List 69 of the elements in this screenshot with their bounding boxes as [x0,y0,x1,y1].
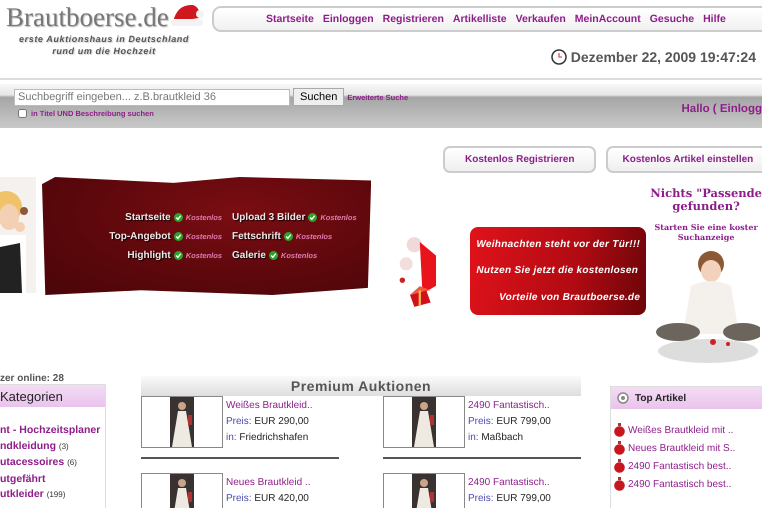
action-button[interactable]: Kostenlos Registrieren [443,146,596,173]
check-icon [284,232,293,240]
section-title: Premium Auktionen [290,378,432,394]
item-title[interactable]: Weißes Brautkleid.. [226,400,313,411]
nav-link[interactable]: Einloggen [322,13,374,25]
top-article-link[interactable]: Neues Brautkleid mit S.. [614,441,762,455]
thumbnail[interactable] [383,396,465,448]
item-location: in: Maßbach [468,432,524,443]
feature-label: Galerie [232,250,266,260]
ornament-icon [614,477,625,491]
request-heading: Nichts "Passende [650,187,762,200]
search-button[interactable]: Suchen [293,88,344,106]
action-button[interactable]: Kostenlos Artikel einstellen [606,146,762,173]
category-link[interactable]: nt - Hochzeitsplaner [0,423,105,438]
top-article-link[interactable]: 2490 Fantastisch best.. [614,459,762,473]
ornament-icon [614,423,625,437]
item-price: Preis: EUR 799,00 [468,493,551,504]
top-article-link[interactable]: Weißes Brautkleid mit .. [614,423,762,437]
category-link[interactable]: utgefährt [0,472,105,486]
panel-title: Kategorien [0,388,63,404]
category-link[interactable]: utkleider (199) [0,487,105,502]
check-icon [268,250,278,260]
dot-icon [617,392,629,404]
check-icon [308,212,318,222]
users-online: zer online: 28 [0,373,65,384]
item-location: in: Friedrichshafen [226,432,310,443]
feature-label: Upload 3 Bilder [232,212,306,222]
check-icon [174,212,183,222]
item-title[interactable]: 2490 Fantastisch.. [468,477,551,488]
check-icon [174,232,183,240]
category-link[interactable]: utacessoires (6) [0,455,105,470]
item-price: Preis: EUR 290,00 [226,416,310,427]
request-text[interactable]: Starten Sie eine koster Suchanzeige [654,222,758,242]
date-time: Dezember 22, 2009 19:47:24 [570,49,756,65]
christmas-banner[interactable]: Weihnachten steht vor der Tür!!! Nutzen Sie jetzt die kostenlosen Vorteile von Brautboerse.de [470,227,646,315]
feature-label: Top-Angebot [109,230,171,242]
ornament-icon [614,459,625,473]
checkbox[interactable] [18,109,27,118]
feature-label: Fettschrift [232,230,281,242]
search-field[interactable]: Suchbegriff eingeben... z.B.brautkleid 36 [14,88,290,106]
ornament-icon [614,441,625,455]
item-title[interactable]: Neues Brautkleid .. [226,477,310,488]
item-price: Preis: EUR 799,00 [468,416,551,427]
banner-text: Vorteile von Brautboerse.de [498,292,640,304]
category-link[interactable]: ndkleidung (3) [0,438,105,454]
item-price: Preis: EUR 420,00 [226,493,310,504]
banner-text: Weihnachten steht vor der Tür!!! [476,238,640,250]
nav-link[interactable]: Hilfe [703,13,726,25]
top-article-link[interactable]: 2490 Fantastisch best.. [614,477,762,491]
tagline: rund um die Hochzeit [52,45,156,57]
nav-link[interactable]: Startseite [266,13,314,25]
santa-hat-icon [168,2,205,28]
item-title[interactable]: 2490 Fantastisch.. [468,400,551,411]
nav-link[interactable]: Registrieren [382,13,444,25]
nav-link[interactable]: Verkaufen [516,13,566,25]
nav-link[interactable]: Artikelliste [452,13,507,25]
greeting: Hallo ( Einlogg [682,103,762,115]
request-heading: gefunden? [672,200,740,213]
clock-icon [550,49,567,65]
logo-title[interactable]: Brautboerse.de [6,2,169,33]
feature-label: Startseite [125,212,171,222]
nav-link[interactable]: Gesuche [650,13,694,25]
check-icon [174,250,183,260]
feature-label: Highlight [127,250,171,260]
nav-link[interactable]: MeinAccount [574,13,641,25]
tagline: erste Auktionshaus in Deutschland [19,33,189,45]
panel-title: Top Artikel [635,392,686,404]
thumbnail[interactable] [141,396,223,448]
banner-text: Nutzen Sie jetzt die kostenlosen [476,265,640,276]
